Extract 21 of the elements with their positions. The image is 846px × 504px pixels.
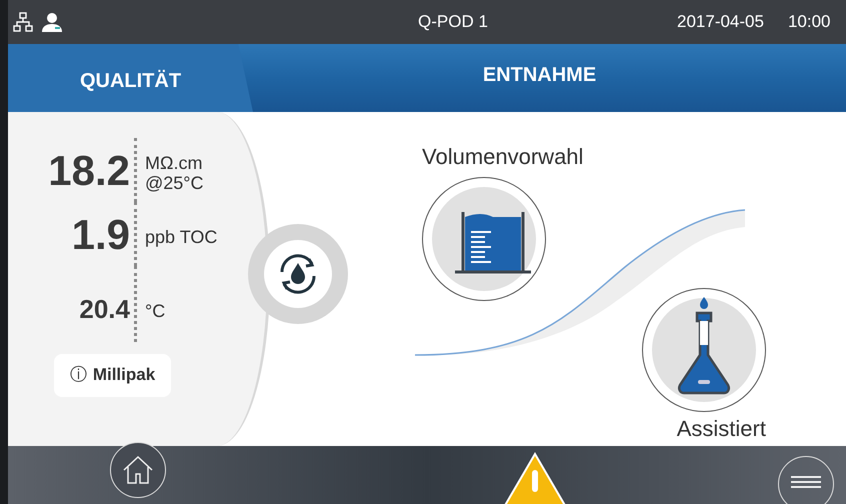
device-name: Q-POD 1 xyxy=(418,11,489,34)
flask-icon xyxy=(649,295,759,405)
time-text: 10:00 xyxy=(788,11,831,34)
reading-unit: °C xyxy=(145,300,166,321)
date-text: 2017-04-05 xyxy=(677,11,764,34)
quality-tab[interactable]: QUALITÄT xyxy=(8,44,253,112)
reading-value: 20.4 xyxy=(78,292,131,326)
cylinder-icon xyxy=(429,184,539,294)
menu-button[interactable] xyxy=(778,456,834,504)
dispense-tab[interactable]: ENTNAHME xyxy=(253,44,846,112)
reading-unit: MΩ.cm @25°C xyxy=(145,152,204,193)
mode-label: Assistiert xyxy=(676,415,766,443)
mode-label: Volumenvorwahl xyxy=(422,143,584,171)
network-icon xyxy=(13,12,33,32)
reading-value: 18.2 xyxy=(47,146,131,196)
millipak-button[interactable]: ⓘ Millipak xyxy=(54,354,172,396)
user-icon xyxy=(41,12,63,32)
menu-icon xyxy=(791,475,821,489)
reading-value: 1.9 xyxy=(70,210,131,260)
home-icon xyxy=(122,455,154,485)
reading-unit: ppb TOC xyxy=(145,226,218,247)
